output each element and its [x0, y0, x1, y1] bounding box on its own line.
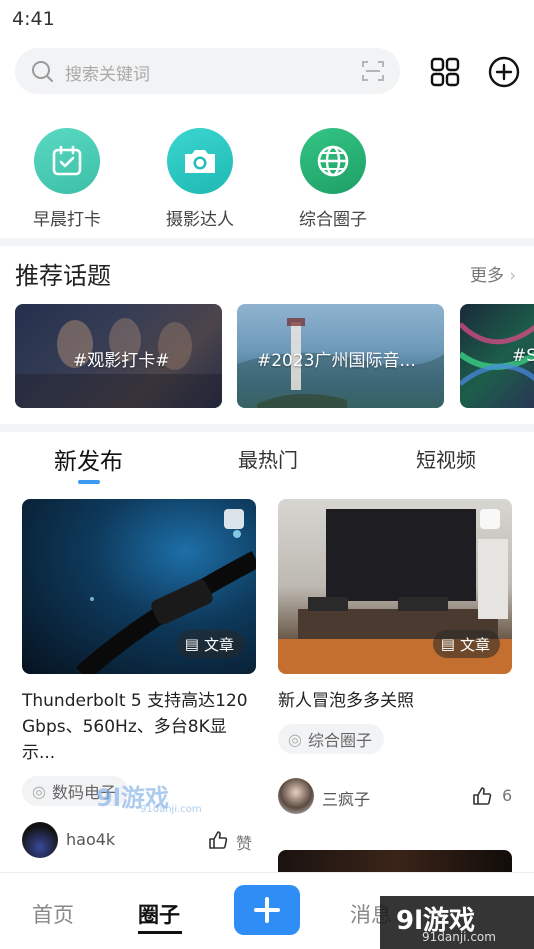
- author-row: hao4k 赞: [22, 820, 256, 860]
- nav-circle[interactable]: 圈子: [138, 899, 180, 929]
- post-thumbnail: ▤ 文章: [278, 499, 512, 674]
- post-thumbnail: ▤ 文章: [22, 499, 256, 674]
- watermark-url: 91danji.com: [140, 804, 202, 815]
- post-type-badge: ▤ 文章: [432, 630, 500, 658]
- tab-indicator: [78, 480, 100, 484]
- status-time: 4:41: [12, 8, 55, 30]
- circle-tag-icon: ◎: [32, 781, 46, 801]
- avatar[interactable]: [22, 822, 58, 858]
- search-placeholder: 搜索关键词: [65, 65, 150, 85]
- section-divider: [0, 238, 534, 246]
- post-card[interactable]: ▤ 文章 新人冒泡多多关照 ◎ 综合圈子 三疯子 6: [278, 499, 512, 816]
- tab-new[interactable]: 新发布: [54, 442, 123, 476]
- quick-action-label: 综合圈子: [299, 210, 367, 230]
- topic-label: #S: [512, 346, 534, 366]
- post-type-label: 文章: [459, 635, 490, 654]
- topic-card-music[interactable]: #2023广州国际音...: [237, 304, 444, 408]
- status-bar: 4:41: [0, 0, 534, 38]
- topic-card-movie[interactable]: #观影打卡#: [15, 304, 222, 408]
- search-row: 搜索关键词: [0, 48, 534, 96]
- thumbs-up-icon[interactable]: [208, 830, 228, 850]
- quick-action-morning-checkin[interactable]: 早晨打卡: [12, 128, 122, 230]
- section-divider: [0, 424, 534, 432]
- select-checkbox[interactable]: [224, 509, 244, 529]
- nav-active-indicator: [138, 931, 182, 934]
- quick-action-label: 摄影达人: [166, 210, 234, 230]
- search-input[interactable]: 搜索关键词: [15, 48, 400, 94]
- quick-action-general-circle[interactable]: 综合圈子: [278, 128, 388, 230]
- more-topics-link[interactable]: 更多 ›: [470, 261, 516, 286]
- quick-actions: 早晨打卡 摄影达人 综合圈子: [0, 128, 534, 236]
- chevron-right-icon: ›: [509, 266, 517, 286]
- more-label: 更多: [470, 266, 504, 286]
- quick-action-photography[interactable]: 摄影达人: [145, 128, 255, 230]
- watermark-url: 91danji.com: [422, 930, 496, 944]
- grid-menu-icon[interactable]: [430, 57, 460, 87]
- publish-button[interactable]: [234, 885, 300, 935]
- circle-tag-icon: ◎: [288, 729, 302, 749]
- calendar-check-icon: [34, 128, 100, 194]
- tab-hot[interactable]: 最热门: [238, 444, 298, 473]
- plus-icon: [254, 897, 280, 923]
- circle-tag[interactable]: ◎ 综合圈子: [278, 724, 384, 754]
- tab-short-video[interactable]: 短视频: [416, 444, 476, 473]
- search-icon: [32, 61, 53, 82]
- post-type-label: 文章: [203, 635, 234, 654]
- topic-label: #2023广州国际音...: [257, 351, 416, 371]
- topic-label: #观影打卡#: [73, 351, 170, 371]
- watermark-logo: 9l游戏 91danji.com: [96, 776, 206, 818]
- like-count: 赞: [236, 834, 253, 853]
- add-circle-icon[interactable]: [488, 56, 520, 88]
- nav-home[interactable]: 首页: [32, 899, 74, 929]
- post-type-badge: ▤ 文章: [176, 630, 244, 658]
- select-checkbox[interactable]: [480, 509, 500, 529]
- like-count: 6: [502, 786, 513, 805]
- author-name[interactable]: hao4k: [66, 830, 115, 849]
- article-icon: ▤: [184, 635, 199, 653]
- globe-icon: [300, 128, 366, 194]
- author-row: 三疯子 6: [278, 776, 512, 816]
- post-title: 新人冒泡多多关照: [278, 691, 414, 711]
- circle-tag-label: 综合圈子: [307, 731, 372, 750]
- recommended-topics-title: 推荐话题: [15, 262, 111, 290]
- camera-icon: [167, 128, 233, 194]
- author-name[interactable]: 三疯子: [322, 786, 370, 810]
- quick-action-label: 早晨打卡: [33, 210, 101, 230]
- post-title: Thunderbolt 5 支持高达120 Gbps、560Hz、多台8K显示.…: [22, 691, 248, 763]
- article-icon: ▤: [440, 635, 455, 653]
- scan-icon[interactable]: [362, 60, 384, 82]
- topic-card-third[interactable]: #S: [460, 304, 534, 408]
- avatar[interactable]: [278, 778, 314, 814]
- thumbs-up-icon[interactable]: [472, 786, 492, 806]
- watermark-corner-logo: 9l游戏 91danji.com: [380, 896, 534, 949]
